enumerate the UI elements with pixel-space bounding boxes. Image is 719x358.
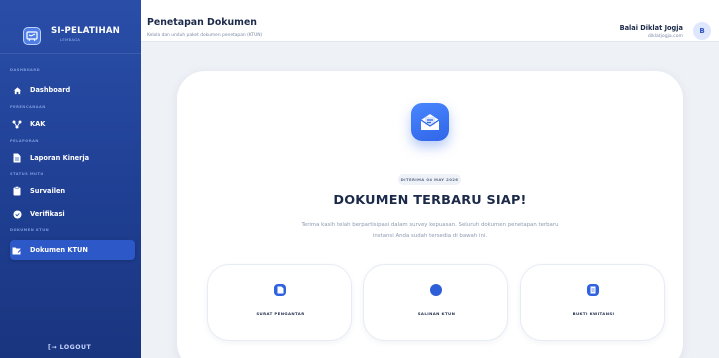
tile-label: SURAT PENGANTAR <box>256 311 305 316</box>
received-date-badge: DITERIMA 04 MAY 2026 <box>398 174 461 185</box>
badge-check-icon <box>12 209 22 219</box>
logout-label: LOGOUT <box>59 344 92 351</box>
logout-button[interactable]: [→ LOGOUT <box>48 344 91 351</box>
nav-section-pelaporan: PELAPORAN <box>10 139 39 143</box>
sidebar-item-laporan-kinerja[interactable]: Laporan Kinerja <box>10 149 132 167</box>
sidebar-item-label: KAK <box>30 120 46 128</box>
receipt-icon <box>587 284 599 296</box>
hero-title: DOKUMEN TERBARU SIAP! <box>333 193 527 208</box>
nav-section-dashboard: DASHBOARD <box>10 68 41 72</box>
sidebar: SI-PELATIHAN LEMBAGA DASHBOARD Dashboard… <box>0 0 141 358</box>
sidebar-item-survailen[interactable]: Survailen <box>10 182 132 200</box>
envelope-open-icon <box>411 103 449 141</box>
sidebar-item-kak[interactable]: KAK <box>10 115 132 133</box>
sidebar-item-verifikasi[interactable]: Verifikasi <box>10 205 132 223</box>
app-logo-icon <box>23 27 41 45</box>
brand-subtitle: LEMBAGA <box>60 38 81 42</box>
sidebar-item-label: Verifikasi <box>30 210 65 218</box>
page-subtitle: Kelola dan unduh paket dokumen penetapan… <box>147 33 263 38</box>
brand: SI-PELATIHAN LEMBAGA <box>0 0 141 54</box>
home-icon <box>12 85 22 95</box>
user-name: Balai Diklat Jogja <box>619 24 683 32</box>
sidebar-item-label: Laporan Kinerja <box>30 154 90 162</box>
sidebar-item-dashboard[interactable]: Dashboard <box>10 81 132 99</box>
sidebar-item-dokumen-ktun[interactable]: Dokumen KTUN <box>10 240 135 260</box>
sidebar-item-label: Survailen <box>30 187 66 195</box>
tile-bukti-kwitansi[interactable]: BUKTI KWITANSI <box>520 264 665 341</box>
user-email: diklatjogja.com <box>647 34 683 39</box>
nav-section-status-mutu: STATUS MUTU <box>10 172 44 176</box>
network-icon <box>12 119 22 129</box>
tile-surat-pengantar[interactable]: SURAT PENGANTAR <box>207 264 352 341</box>
nav-section-dokumen-ktun: DOKUMEN KTUN <box>10 228 50 232</box>
hero-description: Terima kasih telah berpartisipasi dalam … <box>301 222 559 239</box>
folder-edit-icon <box>12 245 22 255</box>
file-icon <box>274 284 286 296</box>
sidebar-item-label: Dokumen KTUN <box>30 246 88 254</box>
tile-salinan-ktun[interactable]: SALINAN KTUN <box>363 264 508 341</box>
clipboard-icon <box>12 186 22 196</box>
header: Penetapan Dokumen Kelola dan unduh paket… <box>141 0 719 42</box>
tile-label: SALINAN KTUN <box>417 311 456 316</box>
avatar[interactable]: B <box>693 22 711 40</box>
sidebar-item-label: Dashboard <box>30 86 71 94</box>
nav-section-perencanaan: PERENCANAAN <box>10 105 46 109</box>
logout-icon: [→ <box>48 344 60 351</box>
page-title: Penetapan Dokumen <box>147 17 257 28</box>
brand-title: SI-PELATIHAN <box>51 26 121 36</box>
tile-label: BUKTI KWITANSI <box>572 311 615 316</box>
document-icon <box>12 153 22 163</box>
circle-icon <box>430 284 442 296</box>
